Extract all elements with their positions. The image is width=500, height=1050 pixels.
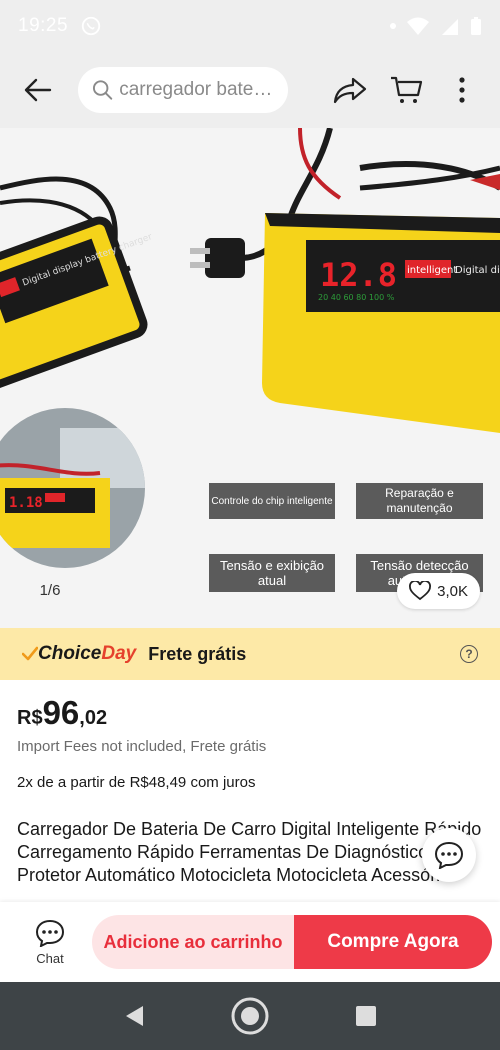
- feature-tag-chip-control: Controle do chip inteligente: [209, 483, 335, 519]
- feature-tag-repair: Reparação e manutenção: [356, 483, 483, 519]
- whatsapp-icon: [81, 16, 101, 36]
- status-bar: 19:25: [0, 0, 500, 52]
- chat-icon: [35, 919, 65, 947]
- product-price: R$ 96 ,02: [17, 694, 107, 732]
- help-icon[interactable]: ?: [460, 645, 478, 663]
- more-options-button[interactable]: [438, 66, 486, 114]
- nav-home-icon[interactable]: [230, 996, 270, 1036]
- fees-note: Import Fees not included, Frete grátis: [17, 738, 267, 755]
- buy-now-button[interactable]: Compre Agora: [294, 915, 492, 969]
- signal-icon: [442, 19, 458, 35]
- back-button[interactable]: [14, 66, 62, 114]
- product-image-gallery[interactable]: Digital display battery charger 12.8 int…: [0, 128, 500, 628]
- battery-icon: [471, 17, 481, 35]
- day-logo-word: Day: [101, 643, 137, 664]
- image-counter: 1/6: [39, 582, 61, 599]
- product-page: 19:25 carregador bateri... Digital displ…: [0, 0, 500, 1050]
- status-time: 19:25: [18, 15, 69, 36]
- chat-bubble-icon: [434, 841, 464, 869]
- top-nav: carregador bateri...: [0, 52, 500, 128]
- notification-dot-icon: [390, 23, 396, 29]
- back-arrow-icon: [24, 78, 52, 102]
- feature-tag-voltage-display: Tensão e exibição atual: [209, 554, 335, 592]
- floating-chat-button[interactable]: [422, 828, 476, 882]
- chat-label: Chat: [36, 950, 64, 966]
- cart-icon: [391, 76, 423, 103]
- checkmark-icon: [22, 646, 38, 661]
- share-button[interactable]: [326, 66, 374, 114]
- chat-button[interactable]: Chat: [8, 919, 92, 966]
- more-vertical-icon: [459, 77, 465, 103]
- share-icon: [333, 77, 367, 104]
- installment-info: 2x de a partir de R$48,49 com juros: [17, 774, 256, 791]
- choice-logo-word: Choice: [38, 643, 102, 664]
- search-icon: [92, 80, 113, 100]
- svg-text:20 40 60 80 100 %: 20 40 60 80 100 %: [318, 293, 395, 302]
- nav-back-icon[interactable]: [123, 1004, 145, 1028]
- product-title: Carregador De Bateria De Carro Digital I…: [17, 819, 482, 885]
- product-image: Digital display battery charger 12.8 int…: [0, 128, 500, 628]
- svg-text:1.18: 1.18: [9, 495, 43, 511]
- device-label: Digital display: [455, 265, 500, 276]
- price-currency: R$: [17, 707, 43, 729]
- bottom-action-bar: Chat Adicione ao carrinho Compre Agora: [0, 902, 500, 982]
- search-placeholder: carregador bateri...: [119, 79, 274, 100]
- free-shipping-text: Frete grátis: [148, 643, 247, 664]
- device-brand: intelligent: [407, 265, 457, 276]
- wifi-icon: [407, 17, 429, 35]
- cart-button[interactable]: [382, 66, 430, 114]
- add-to-cart-button[interactable]: Adicione ao carrinho: [92, 915, 294, 969]
- price-integer: 96: [42, 694, 80, 731]
- nav-recents-icon[interactable]: [355, 1005, 377, 1027]
- choice-day-logo: ChoiceDay: [38, 643, 136, 665]
- search-input[interactable]: carregador bateri...: [78, 67, 288, 113]
- device-readout: 12.8: [320, 256, 397, 294]
- wishlist-button[interactable]: 3,0K: [397, 573, 480, 609]
- choice-day-banner[interactable]: ChoiceDay Frete grátis ?: [0, 628, 500, 680]
- wishlist-count: 3,0K: [437, 582, 468, 600]
- system-nav-bar: [0, 982, 500, 1050]
- price-decimal: ,02: [79, 707, 108, 729]
- heart-icon: [409, 581, 432, 601]
